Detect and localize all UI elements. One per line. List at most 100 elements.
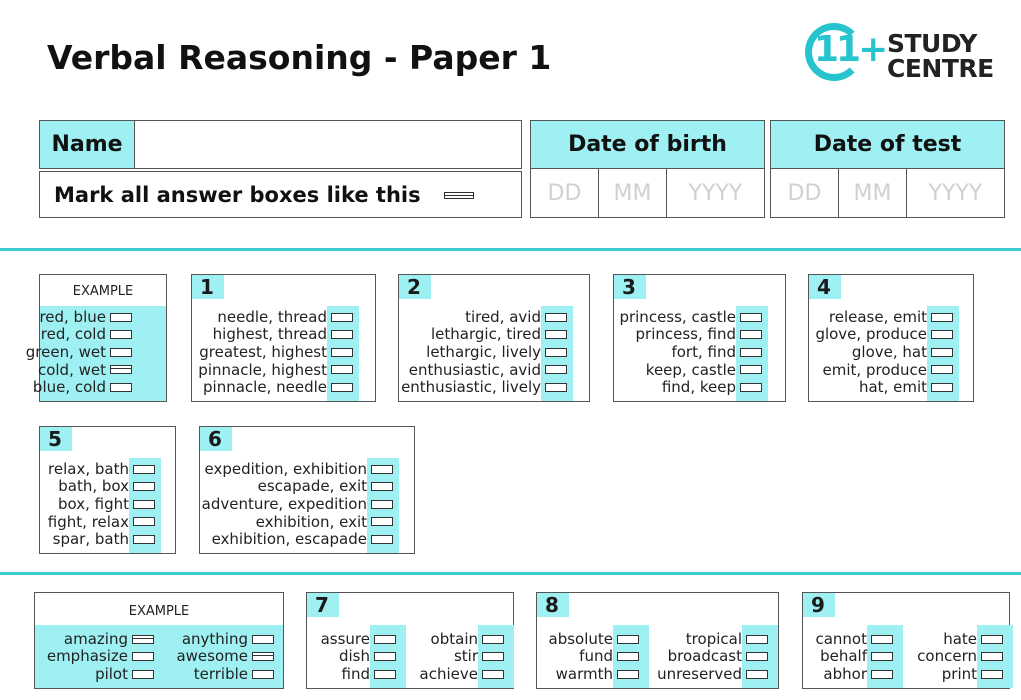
- answer-box[interactable]: [931, 382, 953, 392]
- answer-box[interactable]: [331, 347, 353, 357]
- answer-box[interactable]: [545, 330, 567, 340]
- answer-box[interactable]: [133, 517, 155, 527]
- answer-box[interactable]: [133, 482, 155, 492]
- dob-year-input[interactable]: YYYY: [667, 169, 764, 218]
- logo-line2: CENTRE: [887, 54, 994, 83]
- option-label: enthusiastic, lively: [401, 378, 541, 397]
- answer-box[interactable]: [110, 330, 132, 340]
- answer-box[interactable]: [617, 652, 639, 662]
- answer-box[interactable]: [371, 464, 393, 474]
- answer-box[interactable]: [545, 365, 567, 375]
- answer-box[interactable]: [110, 347, 132, 357]
- answer-box[interactable]: [871, 669, 893, 679]
- answer-box[interactable]: [482, 669, 504, 679]
- answer-box[interactable]: [740, 347, 762, 357]
- option-label: greatest, highest: [199, 342, 327, 361]
- answer-box[interactable]: [740, 330, 762, 340]
- question-number: 7: [307, 593, 339, 617]
- option-label: broadcast: [667, 647, 742, 666]
- answer-box[interactable]: [740, 365, 762, 375]
- answer-box[interactable]: [931, 330, 953, 340]
- option-label: pilot: [95, 664, 128, 683]
- question-5: 5 relax, bath bath, box box, fight fight, re…: [39, 426, 176, 554]
- answer-box[interactable]: [371, 482, 393, 492]
- logo-text: STUDY CENTRE: [887, 31, 994, 81]
- answer-box[interactable]: [133, 464, 155, 474]
- question-number: 5: [40, 427, 72, 451]
- dob-month-input[interactable]: MM: [599, 169, 667, 218]
- answer-box[interactable]: [371, 534, 393, 544]
- answer-box[interactable]: [374, 652, 396, 662]
- answer-box[interactable]: [545, 347, 567, 357]
- answer-box[interactable]: [331, 365, 353, 375]
- answer-box[interactable]: [545, 312, 567, 322]
- option-label: tired, avid: [465, 307, 541, 326]
- answer-box[interactable]: [133, 534, 155, 544]
- option-label: spar, bath: [52, 530, 129, 549]
- dot-month-input[interactable]: MM: [839, 169, 907, 218]
- answer-box[interactable]: [252, 634, 274, 644]
- option-label: assure: [320, 629, 370, 648]
- answer-box[interactable]: [132, 634, 154, 644]
- option-label: obtain: [430, 629, 478, 648]
- answer-box[interactable]: [545, 382, 567, 392]
- name-label-text: Name: [51, 132, 123, 157]
- answer-box[interactable]: [617, 634, 639, 644]
- option-label: fight, relax: [47, 512, 129, 531]
- option-label: emit, produce: [822, 360, 927, 379]
- answer-box[interactable]: [252, 652, 274, 662]
- date-of-birth-box: Date of birth DD MM YYYY: [530, 120, 765, 218]
- question-9: 9 cannot behalf abhor hate concern print: [802, 592, 1013, 689]
- answer-box[interactable]: [981, 634, 1003, 644]
- answer-box[interactable]: [482, 634, 504, 644]
- answer-box[interactable]: [110, 312, 132, 322]
- name-input[interactable]: [136, 121, 521, 168]
- option-label: tropical: [685, 629, 742, 648]
- answer-box[interactable]: [331, 330, 353, 340]
- answer-box[interactable]: [482, 652, 504, 662]
- date-of-birth-header: Date of birth: [531, 121, 764, 169]
- question-6: 6 expedition, exhibition escapade, exit adv…: [199, 426, 415, 554]
- answer-box[interactable]: [931, 312, 953, 322]
- option-label: pinnacle, highest: [198, 360, 327, 379]
- option-label: cannot: [815, 629, 867, 648]
- dot-day-input[interactable]: DD: [771, 169, 839, 218]
- date-of-test-header: Date of test: [771, 121, 1004, 169]
- option-label: box, fight: [57, 494, 129, 513]
- answer-box[interactable]: [746, 669, 768, 679]
- option-label: red, blue: [39, 307, 106, 326]
- answer-box[interactable]: [331, 382, 353, 392]
- answer-box[interactable]: [110, 382, 132, 392]
- answer-box[interactable]: [871, 652, 893, 662]
- answer-box[interactable]: [374, 634, 396, 644]
- option-label: escapade, exit: [257, 477, 367, 496]
- answer-box[interactable]: [931, 347, 953, 357]
- option-label: green, wet: [25, 342, 106, 361]
- answer-box[interactable]: [132, 669, 154, 679]
- answer-box[interactable]: [374, 669, 396, 679]
- answer-box[interactable]: [110, 365, 132, 375]
- dot-year-input[interactable]: YYYY: [907, 169, 1004, 218]
- answer-box[interactable]: [132, 652, 154, 662]
- answer-box[interactable]: [981, 669, 1003, 679]
- option-label: princess, castle: [619, 307, 736, 326]
- answer-box[interactable]: [617, 669, 639, 679]
- answer-box[interactable]: [133, 499, 155, 509]
- date-of-birth-label: Date of birth: [568, 132, 727, 157]
- answer-box[interactable]: [746, 634, 768, 644]
- dob-day-input[interactable]: DD: [531, 169, 599, 218]
- answer-box[interactable]: [740, 382, 762, 392]
- date-of-test-box: Date of test DD MM YYYY: [770, 120, 1005, 218]
- answer-box[interactable]: [371, 517, 393, 527]
- answer-box[interactable]: [871, 634, 893, 644]
- answer-box[interactable]: [931, 365, 953, 375]
- answer-box[interactable]: [371, 499, 393, 509]
- option-label: exhibition, escapade: [211, 530, 367, 549]
- date-of-test-label: Date of test: [813, 132, 962, 157]
- answer-box[interactable]: [252, 669, 274, 679]
- answer-box[interactable]: [331, 312, 353, 322]
- example-question-2: EXAMPLE amazing emphasize pilot anything awes…: [34, 592, 284, 689]
- answer-box[interactable]: [746, 652, 768, 662]
- answer-box[interactable]: [981, 652, 1003, 662]
- answer-box[interactable]: [740, 312, 762, 322]
